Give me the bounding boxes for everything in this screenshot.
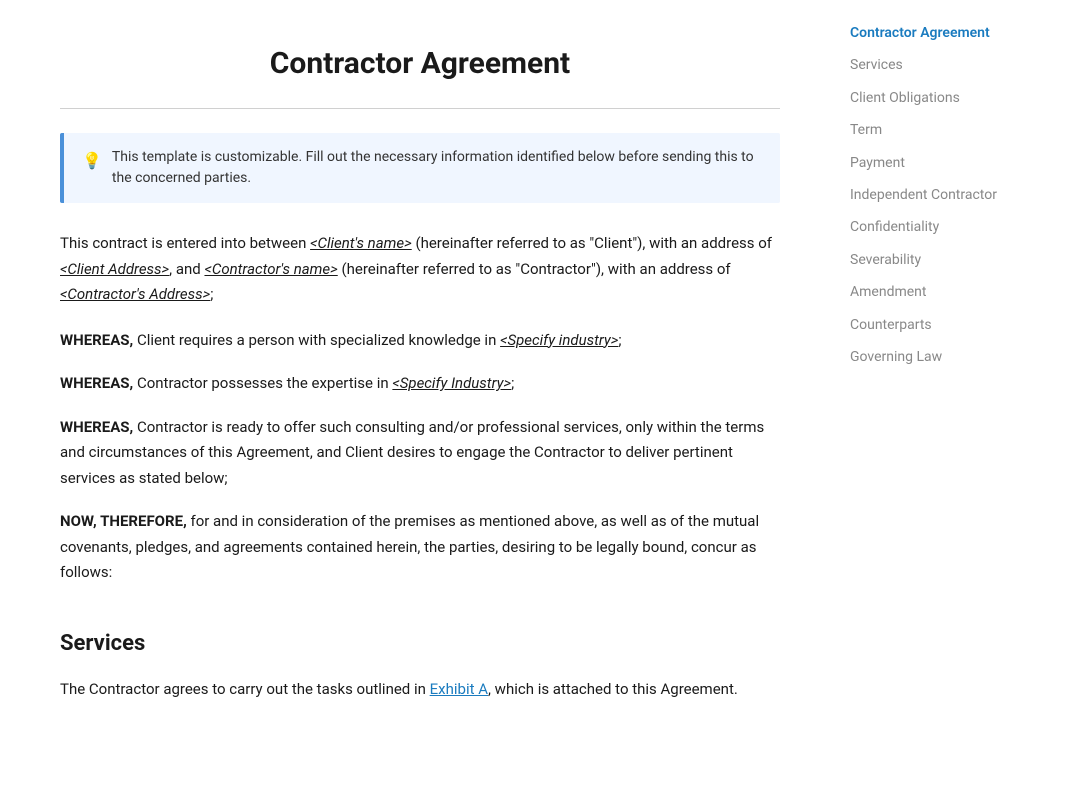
whereas-3: WHEREAS, Contractor is ready to offer su… bbox=[60, 415, 780, 492]
whereas-1-text-after: ; bbox=[618, 331, 621, 349]
services-text: The Contractor agrees to carry out the t… bbox=[60, 677, 780, 703]
sidebar-link-1[interactable]: Services bbox=[850, 52, 1020, 78]
client-name-link[interactable]: <Client's name> bbox=[310, 234, 412, 252]
sidebar-link-4[interactable]: Payment bbox=[850, 150, 1020, 176]
whereas-2-text-after: ; bbox=[511, 374, 514, 392]
sidebar-link-10[interactable]: Governing Law bbox=[850, 344, 1020, 370]
intro-text-middle1: (hereinafter referred to as "Client"), w… bbox=[412, 234, 772, 252]
info-box-text: This template is customizable. Fill out … bbox=[112, 147, 762, 189]
sidebar-item-severability[interactable]: Severability bbox=[850, 247, 1020, 273]
sidebar-item-governing-law[interactable]: Governing Law bbox=[850, 344, 1020, 370]
sidebar-item-services[interactable]: Services bbox=[850, 52, 1020, 78]
sidebar-item-term[interactable]: Term bbox=[850, 117, 1020, 143]
sidebar-item-client-obligations[interactable]: Client Obligations bbox=[850, 85, 1020, 111]
now-therefore: NOW, THEREFORE, for and in consideration… bbox=[60, 509, 780, 586]
sidebar-item-contractor-agreement[interactable]: Contractor Agreement bbox=[850, 20, 1020, 46]
sidebar-link-6[interactable]: Confidentiality bbox=[850, 214, 1020, 240]
intro-text-before: This contract is entered into between bbox=[60, 234, 310, 252]
page-title: Contractor Agreement bbox=[60, 40, 780, 88]
whereas-1: WHEREAS, Client requires a person with s… bbox=[60, 328, 780, 354]
services-text-before: The Contractor agrees to carry out the t… bbox=[60, 680, 430, 698]
specify-industry-2-link[interactable]: <Specify Industry> bbox=[392, 374, 511, 392]
whereas-1-label: WHEREAS, bbox=[60, 331, 133, 349]
sidebar-link-7[interactable]: Severability bbox=[850, 247, 1020, 273]
sidebar-item-counterparts[interactable]: Counterparts bbox=[850, 312, 1020, 338]
services-heading: Services bbox=[60, 626, 780, 661]
whereas-1-text-before: Client requires a person with specialize… bbox=[133, 331, 500, 349]
sidebar-item-confidentiality[interactable]: Confidentiality bbox=[850, 214, 1020, 240]
sidebar: Contractor Agreement Services Client Oblig… bbox=[840, 0, 1040, 797]
sidebar-link-3[interactable]: Term bbox=[850, 117, 1020, 143]
now-therefore-label: NOW, THEREFORE, bbox=[60, 512, 187, 530]
client-address-link[interactable]: <Client Address> bbox=[60, 260, 169, 278]
intro-paragraph: This contract is entered into between <C… bbox=[60, 231, 780, 308]
divider bbox=[60, 108, 780, 109]
intro-text-middle2: , and bbox=[169, 260, 204, 278]
sidebar-nav: Contractor Agreement Services Client Oblig… bbox=[850, 20, 1020, 370]
contractor-address-link[interactable]: <Contractor's Address> bbox=[60, 285, 210, 303]
sidebar-item-independent-contractor[interactable]: Independent Contractor bbox=[850, 182, 1020, 208]
sidebar-link-0[interactable]: Contractor Agreement bbox=[850, 20, 1020, 46]
sidebar-item-payment[interactable]: Payment bbox=[850, 150, 1020, 176]
main-content: Contractor Agreement 💡 This template is … bbox=[0, 0, 840, 797]
info-box: 💡 This template is customizable. Fill ou… bbox=[60, 133, 780, 203]
lightbulb-icon: 💡 bbox=[82, 148, 102, 174]
sidebar-link-2[interactable]: Client Obligations bbox=[850, 85, 1020, 111]
services-text-after: , which is attached to this Agreement. bbox=[488, 680, 738, 698]
intro-text-middle3: (hereinafter referred to as "Contractor"… bbox=[338, 260, 731, 278]
specify-industry-1-link[interactable]: <Specify industry> bbox=[500, 331, 618, 349]
whereas-2-text-before: Contractor possesses the expertise in bbox=[133, 374, 392, 392]
page-wrapper: Contractor Agreement 💡 This template is … bbox=[0, 0, 1078, 797]
sidebar-link-9[interactable]: Counterparts bbox=[850, 312, 1020, 338]
sidebar-link-5[interactable]: Independent Contractor bbox=[850, 182, 1020, 208]
whereas-3-label: WHEREAS, bbox=[60, 418, 133, 436]
contractor-name-link[interactable]: <Contractor's name> bbox=[204, 260, 337, 278]
whereas-2-label: WHEREAS, bbox=[60, 374, 133, 392]
whereas-2: WHEREAS, Contractor possesses the expert… bbox=[60, 371, 780, 397]
sidebar-link-8[interactable]: Amendment bbox=[850, 279, 1020, 305]
sidebar-item-amendment[interactable]: Amendment bbox=[850, 279, 1020, 305]
exhibit-a-link[interactable]: Exhibit A bbox=[430, 680, 488, 698]
whereas-3-text: Contractor is ready to offer such consul… bbox=[60, 418, 764, 487]
intro-text-end: ; bbox=[210, 285, 213, 303]
